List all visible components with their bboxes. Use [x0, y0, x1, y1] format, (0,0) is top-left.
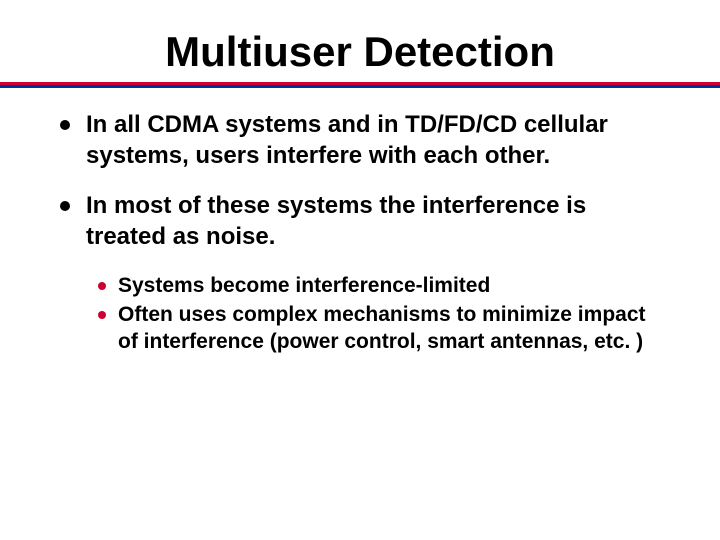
- bullet-dot-icon: [60, 201, 70, 211]
- sub-bullet-text: Often uses complex mechanisms to minimiz…: [118, 302, 665, 356]
- bullet-text: In all CDMA systems and in TD/FD/CD cell…: [86, 110, 665, 171]
- sub-bullet-dot-icon: [98, 311, 106, 319]
- sub-bullet-list: Systems become interference-limited Ofte…: [60, 273, 665, 356]
- content-area: In all CDMA systems and in TD/FD/CD cell…: [0, 88, 720, 356]
- sub-bullet-item: Often uses complex mechanisms to minimiz…: [98, 302, 665, 356]
- sub-bullet-item: Systems become interference-limited: [98, 273, 665, 300]
- bullet-item: In most of these systems the interferenc…: [60, 191, 665, 252]
- bullet-text: In most of these systems the interferenc…: [86, 191, 665, 252]
- slide: Multiuser Detection In all CDMA systems …: [0, 0, 720, 540]
- sub-bullet-dot-icon: [98, 282, 106, 290]
- page-title: Multiuser Detection: [0, 28, 720, 76]
- bullet-dot-icon: [60, 120, 70, 130]
- bullet-item: In all CDMA systems and in TD/FD/CD cell…: [60, 110, 665, 171]
- title-divider: [0, 82, 720, 88]
- divider-blue: [0, 85, 720, 88]
- sub-bullet-text: Systems become interference-limited: [118, 273, 490, 300]
